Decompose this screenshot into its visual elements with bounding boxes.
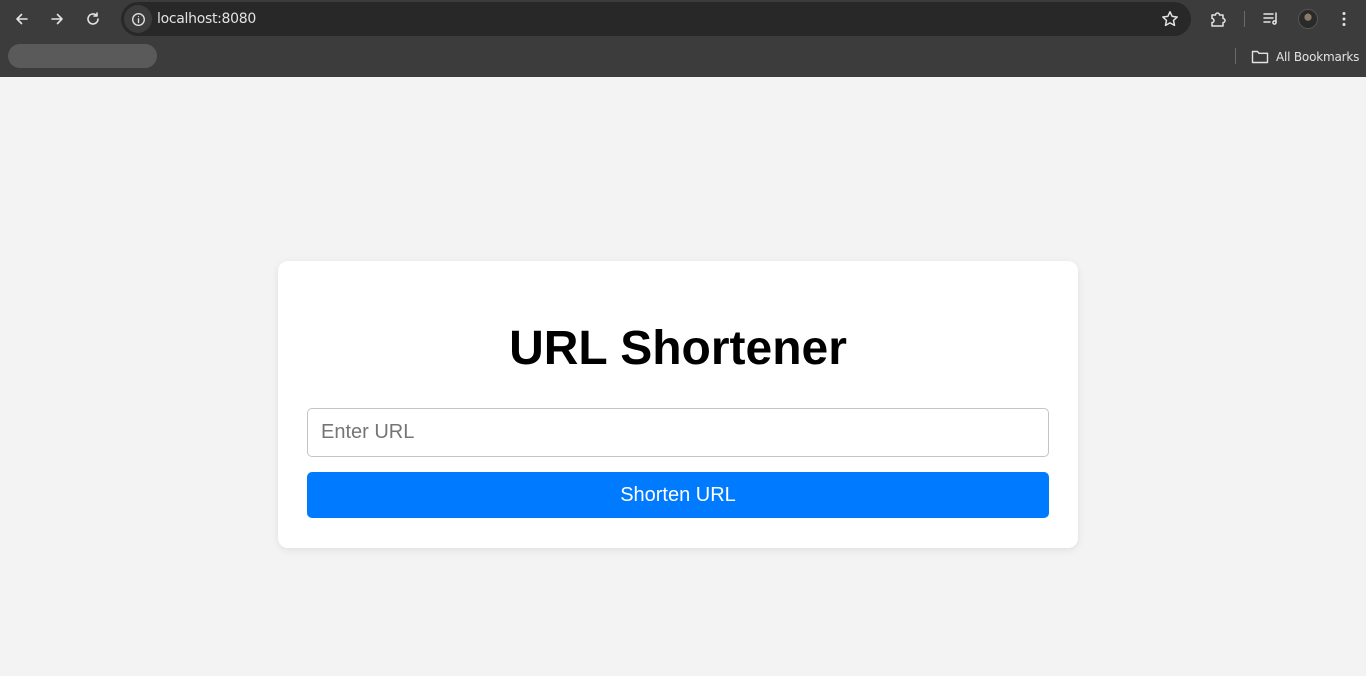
puzzle-icon (1211, 12, 1226, 27)
browser-toolbar: localhost:8080 (0, 0, 1366, 38)
kebab-menu-icon (1342, 12, 1346, 26)
page-title: URL Shortener (509, 322, 847, 375)
reload-button[interactable] (80, 6, 106, 32)
all-bookmarks-label: All Bookmarks (1276, 50, 1360, 64)
shorten-url-button[interactable]: Shorten URL (307, 472, 1049, 518)
bookmark-star-button[interactable] (1161, 10, 1179, 28)
back-arrow-icon (16, 13, 28, 25)
forward-arrow-icon (51, 13, 63, 25)
extensions-button[interactable] (1207, 8, 1229, 30)
bookmarks-bar: All Bookmarks (0, 38, 1366, 77)
toolbar-divider (1244, 11, 1245, 27)
media-controls-button[interactable] (1260, 8, 1282, 30)
url-shortener-card: URL Shortener Shorten URL (278, 261, 1078, 548)
address-bar[interactable]: localhost:8080 (121, 2, 1191, 36)
address-bar-url: localhost:8080 (157, 11, 256, 27)
all-bookmarks-button[interactable]: All Bookmarks (1251, 47, 1359, 67)
bookmark-item[interactable] (8, 44, 157, 68)
browser-menu-button[interactable] (1333, 8, 1355, 30)
site-info-button[interactable] (124, 5, 152, 33)
bookmarks-divider (1235, 48, 1236, 64)
folder-icon (1251, 50, 1269, 64)
profile-avatar[interactable] (1298, 9, 1318, 29)
forward-button[interactable] (44, 6, 70, 32)
url-input[interactable] (307, 408, 1049, 457)
star-icon (1162, 11, 1178, 27)
media-queue-icon (1263, 12, 1277, 25)
back-button[interactable] (9, 6, 35, 32)
reload-icon (87, 12, 99, 25)
info-icon (131, 12, 145, 26)
